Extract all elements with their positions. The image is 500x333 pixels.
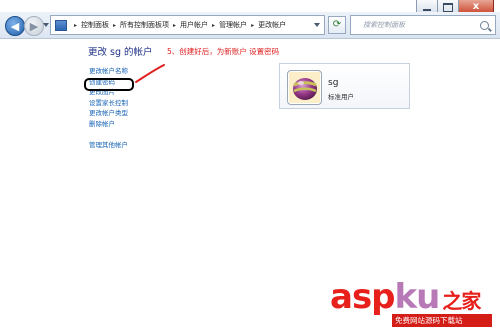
annotation-text: 5、创建好后，为新账户 设置密码 xyxy=(167,47,280,56)
breadcrumb-separator: ▸ xyxy=(74,21,78,29)
parental-controls-link[interactable]: 设置家长控制 xyxy=(89,98,128,109)
recent-pages-dropdown-icon[interactable] xyxy=(43,23,49,27)
breadcrumb-manage-accounts[interactable]: 管理帐户 xyxy=(219,20,247,30)
account-name: sg xyxy=(328,78,339,88)
refresh-icon: ⟳ xyxy=(332,19,342,30)
delete-account-link[interactable]: 删除帐户 xyxy=(89,119,128,130)
breadcrumb-user-accounts[interactable]: 用户帐户 xyxy=(180,20,208,30)
address-dropdown-icon[interactable] xyxy=(314,23,320,27)
forward-arrow-icon: ▶ xyxy=(29,19,39,33)
breadcrumb-separator: ▸ xyxy=(251,21,255,29)
minimize-icon xyxy=(423,8,431,11)
annotation-arrow xyxy=(135,64,165,83)
search-icon xyxy=(480,20,489,30)
control-panel-icon xyxy=(55,19,67,31)
user-picture-icon xyxy=(287,70,322,105)
breadcrumb-all-items[interactable]: 所有控制面板项 xyxy=(120,20,169,30)
breadcrumb-separator: ▸ xyxy=(173,21,177,29)
address-bar[interactable]: ▸ 控制面板 ▸ 所有控制面板项 ▸ 用户帐户 ▸ 管理帐户 ▸ 更改帐户 xyxy=(50,15,325,35)
back-arrow-icon: ◀ xyxy=(10,19,20,33)
watermark-logo: aspku 之家 xyxy=(330,277,481,318)
watermark-logo-cn: 之家 xyxy=(442,289,481,313)
forward-button[interactable]: ▶ xyxy=(24,16,44,36)
search-box[interactable]: 搜索控制面板 xyxy=(350,15,496,35)
watermark-logo-tail: ku xyxy=(394,277,441,317)
close-icon: x xyxy=(472,1,480,12)
page-title: 更改 sg 的帐户 xyxy=(88,47,153,58)
watermark-logo-main: asp xyxy=(330,277,396,317)
breadcrumb-change-account[interactable]: 更改帐户 xyxy=(258,20,286,30)
account-type: 标准用户 xyxy=(328,93,354,101)
watermark-subtitle: 免费网站源码下载站 xyxy=(392,314,492,327)
breadcrumb-separator: ▸ xyxy=(113,21,117,29)
search-input[interactable]: 搜索控制面板 xyxy=(351,20,480,30)
refresh-button[interactable]: ⟳ xyxy=(328,16,346,34)
maximize-icon xyxy=(443,2,453,12)
account-tile: sg 标准用户 xyxy=(279,63,410,109)
change-account-name-link[interactable]: 更改帐户名称 xyxy=(89,66,128,77)
breadcrumb-control-panel[interactable]: 控制面板 xyxy=(81,20,109,30)
breadcrumb-separator: ▸ xyxy=(212,21,216,29)
manage-other-accounts-link[interactable]: 管理其他帐户 xyxy=(89,140,128,151)
highlight-box xyxy=(84,78,134,91)
navigation-bar: ◀ ▶ ▸ 控制面板 ▸ 所有控制面板项 ▸ 用户帐户 ▸ 管理帐户 ▸ 更改帐… xyxy=(0,12,500,39)
change-account-type-link[interactable]: 更改帐户类型 xyxy=(89,108,128,119)
back-button[interactable]: ◀ xyxy=(5,16,25,36)
